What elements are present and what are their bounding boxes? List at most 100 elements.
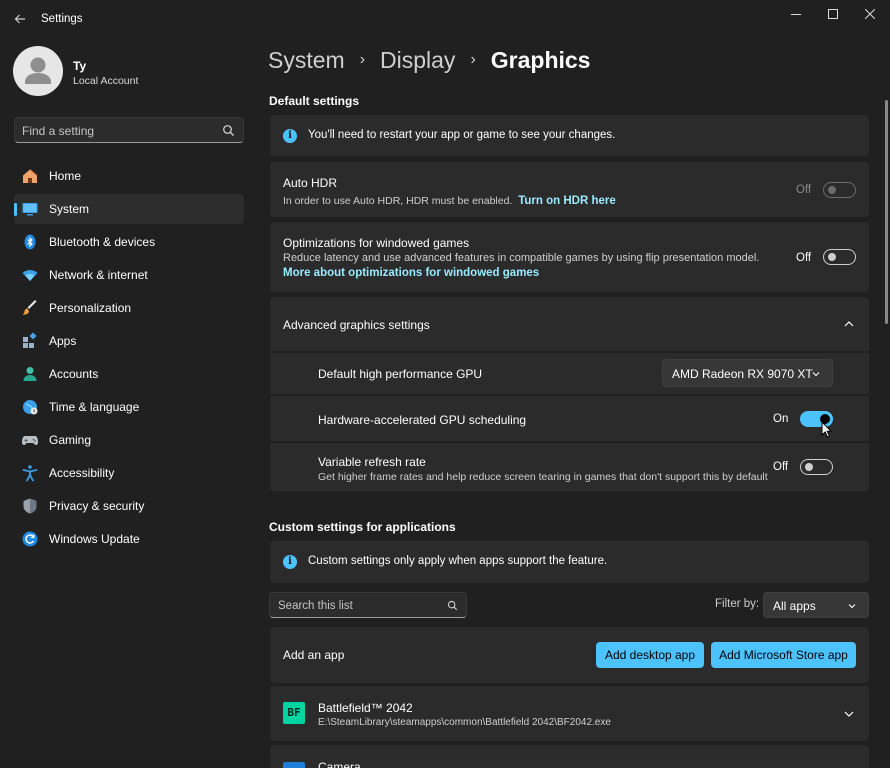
default-settings-heading: Default settings (269, 94, 360, 108)
nav-item-accounts[interactable]: Accounts (14, 359, 244, 389)
hags-row: Hardware-accelerated GPU scheduling On (270, 396, 869, 441)
info-icon: i (283, 555, 297, 569)
auto-hdr-toggle[interactable] (823, 182, 856, 198)
nav-item-privacy-security[interactable]: Privacy & security (14, 491, 244, 521)
nav-label: Bluetooth & devices (49, 235, 156, 249)
close-button[interactable] (851, 0, 889, 28)
windowed-games-description: Reduce latency and use advanced features… (283, 252, 760, 264)
minimize-button[interactable] (777, 0, 815, 28)
list-search-box[interactable] (269, 592, 467, 618)
nav-item-bluetooth[interactable]: Bluetooth & devices (14, 227, 244, 257)
windowed-games-link[interactable]: More about optimizations for windowed ga… (283, 267, 539, 279)
chevron-up-icon[interactable] (844, 320, 854, 328)
gpu-title: Default high performance GPU (318, 367, 483, 381)
accounts-icon (23, 367, 37, 381)
nav-label: Privacy & security (49, 499, 145, 513)
bluetooth-icon (24, 234, 36, 250)
camera-icon (283, 762, 305, 768)
maximize-button[interactable] (814, 0, 852, 28)
nav-item-apps[interactable]: Apps (14, 326, 244, 356)
nav-label: Time & language (49, 400, 140, 414)
system-icon (22, 203, 38, 216)
advanced-graphics-title: Advanced graphics settings (283, 318, 430, 332)
maximize-icon (828, 9, 838, 19)
gpu-selected: AMD Radeon RX 9070 XT (672, 367, 813, 381)
custom-info-bar: i Custom settings only apply when apps s… (270, 541, 869, 583)
active-indicator (14, 203, 17, 216)
add-store-app-button[interactable]: Add Microsoft Store app (711, 642, 856, 668)
nav-label: Accessibility (49, 466, 115, 480)
accessibility-icon (22, 465, 38, 482)
avatar (13, 46, 63, 96)
list-search-input[interactable] (278, 598, 438, 614)
nav-item-time-language[interactable]: Time & language (14, 392, 244, 422)
scrollbar-thumb[interactable] (885, 100, 888, 324)
page-title: Graphics (490, 47, 591, 73)
windowed-games-toggle[interactable] (823, 249, 856, 265)
gamepad-icon (22, 436, 38, 445)
app-title: Settings (41, 13, 83, 25)
nav-item-gaming[interactable]: Gaming (14, 425, 244, 455)
search-icon[interactable] (447, 600, 458, 611)
turn-on-hdr-link[interactable]: Turn on HDR here (518, 195, 616, 207)
restart-info-bar: i You'll need to restart your app or gam… (270, 115, 869, 156)
windowed-games-title: Optimizations for windowed games (283, 236, 470, 250)
back-arrow-icon (14, 14, 25, 24)
auto-hdr-desc: In order to use Auto HDR, HDR must be en… (283, 195, 616, 207)
restart-info-text: You'll need to restart your app or game … (308, 129, 616, 141)
vrr-row: Variable refresh rate Get higher frame r… (270, 443, 869, 491)
nav-item-windows-update[interactable]: Windows Update (14, 524, 244, 554)
auto-hdr-card: Auto HDR In order to use Auto HDR, HDR m… (270, 162, 869, 217)
nav-item-home[interactable]: Home (14, 161, 244, 191)
filter-label: Filter by: (715, 598, 760, 610)
auto-hdr-title: Auto HDR (283, 176, 338, 190)
nav-label: Accounts (49, 367, 99, 381)
app-item-camera[interactable]: Camera (270, 745, 869, 768)
app-item-battlefield[interactable]: BF Battlefield™ 2042 E:\SteamLibrary\ste… (270, 686, 869, 741)
battlefield-icon: BF (283, 702, 305, 724)
nav-item-network[interactable]: Network & internet (14, 260, 244, 290)
breadcrumb-system[interactable]: System (268, 47, 345, 74)
update-icon (22, 531, 38, 547)
minimize-icon (791, 14, 801, 15)
windowed-games-card: Optimizations for windowed games Reduce … (270, 222, 869, 292)
hags-state: On (773, 413, 789, 425)
chevron-down-icon (812, 372, 820, 377)
windowed-games-state: Off (796, 252, 812, 264)
search-icon[interactable] (222, 124, 235, 137)
find-setting-input[interactable] (22, 122, 212, 139)
toggle-knob (828, 253, 836, 261)
nav-label: Apps (49, 334, 77, 348)
find-setting-box[interactable] (14, 117, 244, 143)
gpu-dropdown[interactable]: AMD Radeon RX 9070 XT (662, 359, 833, 387)
chevron-down-icon (848, 604, 856, 609)
advanced-graphics-header[interactable]: Advanced graphics settings (270, 297, 869, 351)
filter-selected: All apps (773, 599, 816, 613)
profile-name: Ty (73, 59, 87, 73)
breadcrumb-display[interactable]: Display (380, 47, 455, 74)
toggle-knob (828, 186, 836, 194)
nav-label: Windows Update (49, 532, 140, 546)
info-icon: i (283, 129, 297, 143)
chevron-right-icon: › (470, 50, 476, 68)
add-desktop-app-button[interactable]: Add desktop app (596, 642, 704, 668)
user-profile[interactable]: Ty Local Account (13, 46, 253, 100)
nav-label: System (49, 202, 90, 216)
chevron-down-icon[interactable] (844, 710, 854, 718)
custom-settings-heading: Custom settings for applications (269, 520, 456, 534)
back-button[interactable] (8, 7, 32, 31)
home-icon (23, 169, 38, 183)
nav-item-personalization[interactable]: Personalization (14, 293, 244, 323)
nav-item-system[interactable]: System (14, 194, 244, 224)
close-icon (865, 9, 875, 19)
apps-icon (23, 332, 37, 348)
nav-item-accessibility[interactable]: Accessibility (14, 458, 244, 488)
nav-label: Personalization (49, 301, 132, 315)
app-name: Camera (318, 760, 361, 768)
filter-dropdown[interactable]: All apps (763, 592, 869, 618)
vrr-toggle[interactable] (800, 459, 833, 475)
shield-icon (23, 498, 37, 514)
hags-title: Hardware-accelerated GPU scheduling (318, 413, 527, 427)
add-app-label: Add an app (283, 648, 345, 662)
auto-hdr-state: Off (796, 184, 812, 196)
